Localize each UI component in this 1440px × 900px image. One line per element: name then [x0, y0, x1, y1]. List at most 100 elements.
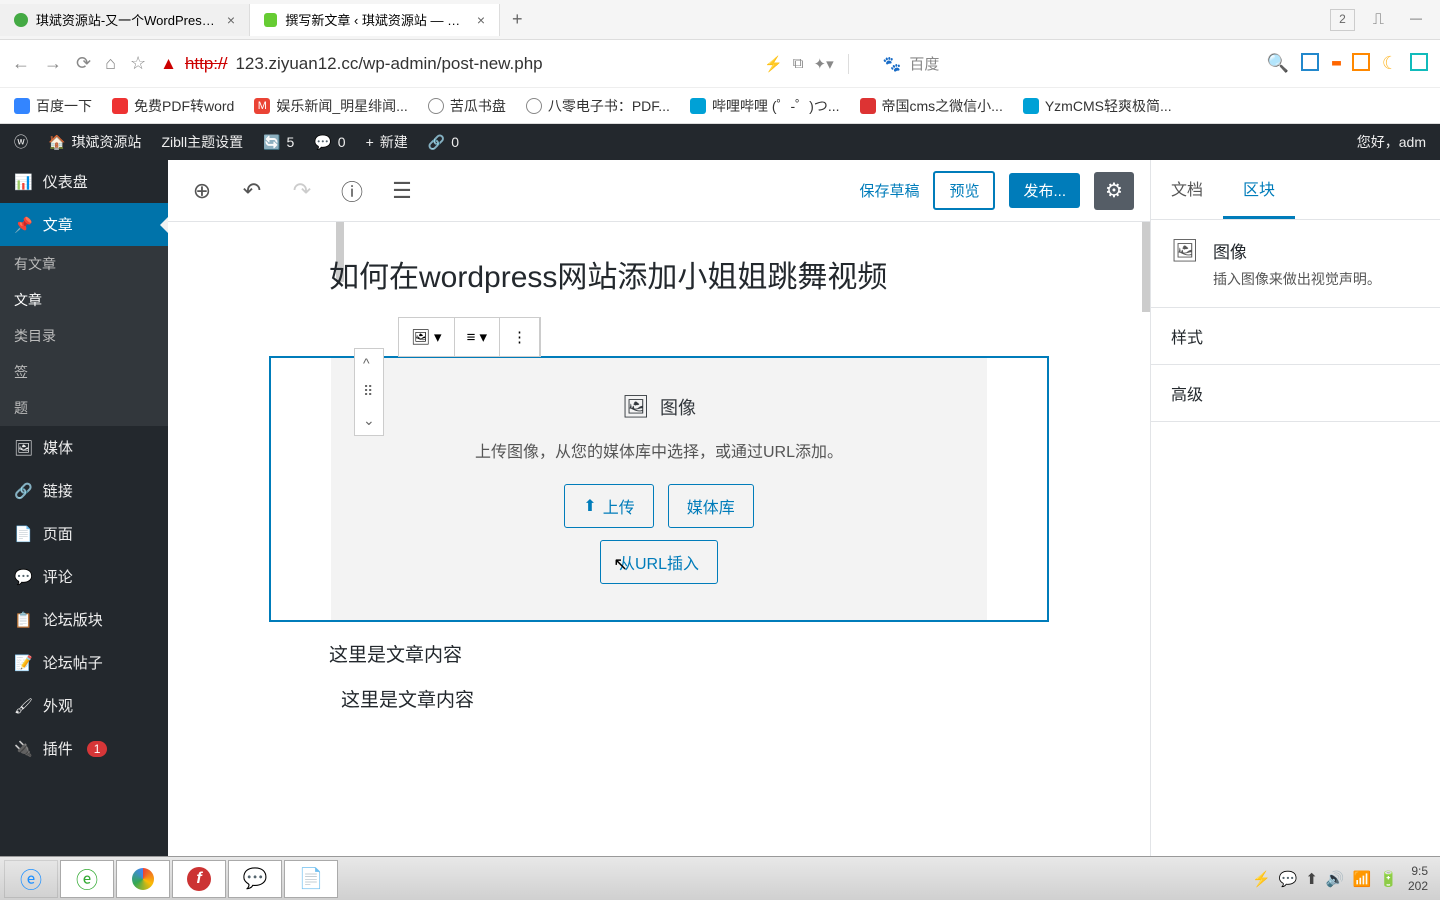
bookmark-item[interactable]: 免费PDF转word	[112, 96, 234, 116]
align-button[interactable]: ≡ ▾	[455, 318, 500, 356]
home-button[interactable]: ⌂	[105, 53, 116, 74]
upload-icon: ⬆	[583, 496, 596, 516]
add-block-button[interactable]: ⊕	[184, 173, 220, 209]
screenshot-icon[interactable]	[1352, 53, 1370, 71]
ie-taskbar-button[interactable]: ⓔ	[4, 860, 58, 898]
upload-button[interactable]: ⬆上传	[564, 484, 653, 528]
bookmark-item[interactable]: 苦瓜书盘	[428, 96, 506, 116]
crop-icon[interactable]	[1410, 53, 1428, 71]
user-greeting[interactable]: 您好，adm	[1357, 132, 1426, 152]
editor-content[interactable]: 如何在wordpress网站添加小姐姐跳舞视频 🖼 ▾ ≡ ▾ ⋮ ^ ⠿ ⌄ …	[168, 222, 1150, 760]
flash-taskbar-button[interactable]: f	[172, 860, 226, 898]
url-field[interactable]: ▲ http://123.ziyuan12.cc/wp-admin/post-n…	[160, 54, 740, 74]
bookmark-item[interactable]: M娱乐新闻_明星绯闻...	[254, 96, 407, 116]
post-title[interactable]: 如何在wordpress网站添加小姐姐跳舞视频	[269, 252, 1049, 296]
tray-volume-icon[interactable]: 🔊	[1326, 870, 1345, 888]
tray-network-icon[interactable]: 📶	[1353, 870, 1372, 888]
compat-icon[interactable]: ⧉	[793, 55, 804, 73]
links-link[interactable]: 🔗 0	[428, 134, 459, 151]
taskbar-clock[interactable]: 9:5 202	[1408, 864, 1428, 893]
moon-icon[interactable]: ☾	[1382, 53, 1398, 74]
browser-tab[interactable]: 撰写新文章 ‹ 琪斌资源站 — Wo... ×	[250, 4, 500, 36]
minimize-icon[interactable]: —	[1402, 9, 1430, 31]
more-options-button[interactable]: ⋮	[500, 318, 540, 356]
tray-icon[interactable]: ⬆	[1305, 870, 1318, 888]
menu-pages[interactable]: 📄页面	[0, 512, 168, 555]
menu-appearance[interactable]: 🖌外观	[0, 684, 168, 727]
360browser-taskbar-button[interactable]: ⓔ	[60, 860, 114, 898]
close-icon[interactable]: ×	[227, 12, 235, 28]
browser-tabs-bar: 琪斌资源站-又一个WordPress站 × 撰写新文章 ‹ 琪斌资源站 — Wo…	[0, 0, 1440, 40]
site-link[interactable]: 🏠 琪斌资源站	[48, 132, 141, 152]
move-up-button[interactable]: ^	[355, 349, 383, 377]
submenu-new-post[interactable]: 文章	[0, 282, 168, 318]
comments-link[interactable]: 💬 0	[314, 134, 345, 151]
move-down-button[interactable]: ⌄	[355, 406, 383, 435]
tray-icon[interactable]: ⚡	[1252, 870, 1271, 888]
search-engine-box[interactable]: 🐾 百度	[883, 53, 1083, 74]
tab-document[interactable]: 文档	[1151, 160, 1223, 219]
image-block[interactable]: 🖼 图像 上传图像，从您的媒体库中选择，或通过URL添加。 ⬆上传 媒体库 从U…	[269, 356, 1049, 622]
panel-advanced[interactable]: 高级	[1151, 365, 1440, 422]
tab-count-badge[interactable]: 2	[1330, 9, 1355, 31]
menu-plugins[interactable]: 🔌插件1	[0, 727, 168, 770]
preview-button[interactable]: 预览	[933, 171, 995, 210]
block-type-button[interactable]: 🖼 ▾	[399, 318, 455, 356]
media-library-button[interactable]: 媒体库	[668, 484, 754, 528]
redo-button[interactable]: ↷	[284, 173, 320, 209]
theme-settings-link[interactable]: Zibll主题设置	[161, 132, 243, 152]
apps-icon[interactable]: ▪▪	[1331, 53, 1340, 74]
notepad-taskbar-button[interactable]: 📄	[284, 860, 338, 898]
tray-icon[interactable]: 💬	[1279, 870, 1298, 888]
bookmark-item[interactable]: 哔哩哔哩 (゜-゜)つ...	[690, 96, 840, 116]
flash-icon[interactable]: ⚡	[764, 55, 783, 73]
browser-tab[interactable]: 琪斌资源站-又一个WordPress站 ×	[0, 4, 250, 36]
chrome-taskbar-button[interactable]	[116, 860, 170, 898]
undo-button[interactable]: ↶	[234, 173, 270, 209]
new-link[interactable]: + 新建	[366, 132, 408, 152]
menu-links[interactable]: 🔗链接	[0, 469, 168, 512]
wardrobe-icon[interactable]: ⎍	[1365, 9, 1392, 31]
paragraph-block[interactable]: 这里是文章内容	[269, 685, 1049, 712]
menu-posts[interactable]: 📌文章	[0, 203, 168, 246]
bookmark-item[interactable]: 百度一下	[14, 96, 92, 116]
menu-media[interactable]: 🖼媒体	[0, 426, 168, 469]
menu-forum-posts[interactable]: 📝论坛帖子	[0, 641, 168, 684]
panel-styles[interactable]: 样式	[1151, 308, 1440, 365]
save-draft-button[interactable]: 保存草稿	[859, 180, 919, 201]
bookmark-item[interactable]: 帝国cms之微信小...	[860, 96, 1003, 116]
info-button[interactable]: ⓘ	[334, 173, 370, 209]
favorite-button[interactable]: ☆	[130, 53, 146, 74]
bookmark-item[interactable]: 八零电子书：PDF...	[526, 96, 670, 116]
wechat-taskbar-button[interactable]: 💬	[228, 860, 282, 898]
submenu-categories[interactable]: 类目录	[0, 318, 168, 354]
new-tab-button[interactable]: +	[500, 9, 535, 30]
submenu-topics[interactable]: 题	[0, 390, 168, 426]
image-icon: 🖼	[411, 328, 430, 346]
tab-block[interactable]: 区块	[1223, 160, 1295, 219]
outline-button[interactable]: ☰	[384, 173, 420, 209]
gmail-icon: M	[254, 98, 270, 114]
back-button[interactable]: ←	[12, 53, 30, 74]
search-icon[interactable]: 🔍	[1267, 53, 1289, 74]
wp-logo[interactable]: ⓦ	[14, 132, 28, 152]
updates-link[interactable]: 🔄 5	[263, 134, 294, 151]
submenu-tags[interactable]: 签	[0, 354, 168, 390]
drag-handle[interactable]: ⠿	[355, 377, 383, 406]
paragraph-block[interactable]: 这里是文章内容	[269, 640, 1049, 667]
menu-dashboard[interactable]: 📊仪表盘	[0, 160, 168, 203]
forward-button[interactable]: →	[44, 53, 62, 74]
baidu-icon: 🐾	[883, 55, 902, 73]
submenu-all-posts[interactable]: 有文章	[0, 246, 168, 282]
publish-button[interactable]: 发布...	[1009, 173, 1080, 208]
bookmark-item[interactable]: YzmCMS轻爽极简...	[1023, 96, 1172, 116]
menu-comments[interactable]: 💬评论	[0, 555, 168, 598]
star-icon[interactable]: ✦▾	[814, 55, 834, 73]
tray-battery-icon[interactable]: 🔋	[1379, 870, 1398, 888]
insert-from-url-button[interactable]: 从URL插入	[600, 540, 718, 584]
close-icon[interactable]: ×	[477, 12, 485, 28]
settings-button[interactable]: ⚙	[1094, 172, 1134, 210]
translate-icon[interactable]	[1301, 53, 1319, 71]
reload-button[interactable]: ⟳	[76, 53, 91, 74]
menu-forum-boards[interactable]: 📋论坛版块	[0, 598, 168, 641]
